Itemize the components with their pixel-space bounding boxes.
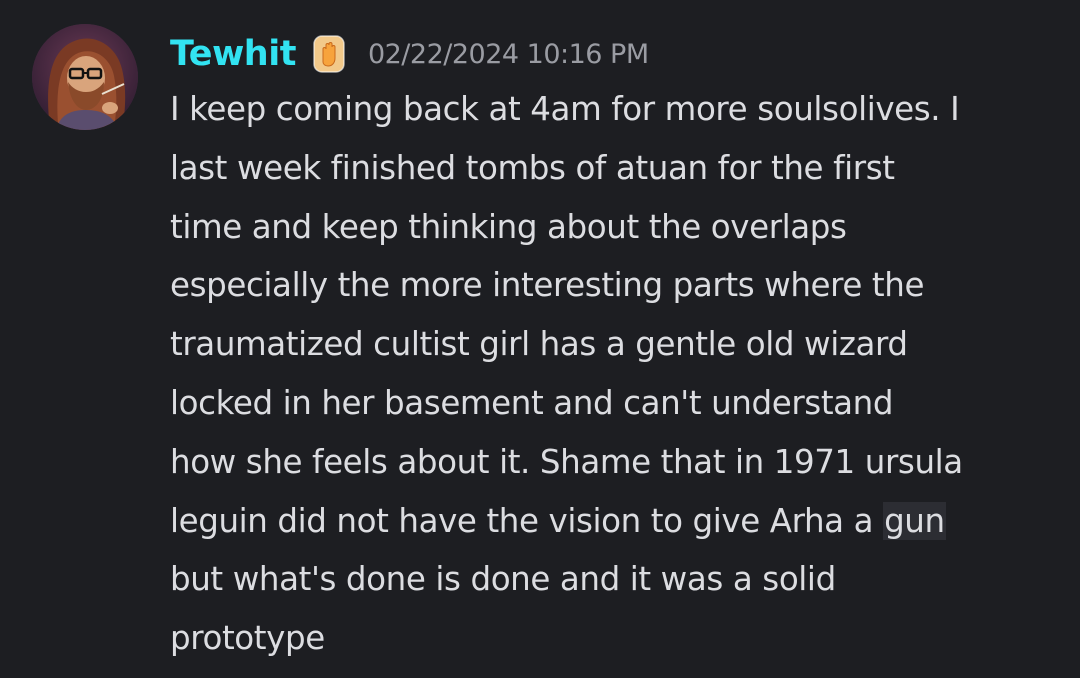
message-line: time and keep thinking about the overlap… (170, 207, 847, 246)
message-line: but what's done is done and it was a sol… (170, 560, 836, 599)
avatar-illustration (32, 24, 138, 130)
chat-message: Tewhit 02/22/2024 10:16 PM I keep coming… (0, 0, 1080, 678)
message-line: how she feels about it. Shame that in 19… (170, 442, 963, 481)
message-body: I keep coming back at 4am for more souls… (170, 80, 1050, 668)
message-line: last week finished tombs of atuan for th… (170, 148, 895, 187)
message-line: I keep coming back at 4am for more souls… (170, 90, 960, 128)
message-line-text: leguin did not have the vision to give A… (170, 501, 884, 540)
avatar[interactable] (32, 24, 138, 130)
message-line: traumatized cultist girl has a gentle ol… (170, 325, 908, 364)
message-line-with-highlight: leguin did not have the vision to give A… (170, 492, 1050, 551)
message-line: locked in her basement and can't underst… (170, 383, 894, 422)
raised-hand-icon[interactable] (312, 34, 346, 74)
username[interactable]: Tewhit (170, 34, 296, 74)
highlighted-word[interactable]: gun (883, 501, 946, 540)
message-header: Tewhit 02/22/2024 10:16 PM (170, 26, 649, 82)
message-line: especially the more interesting parts wh… (170, 266, 925, 305)
message-line: prototype (170, 619, 325, 658)
timestamp: 02/22/2024 10:16 PM (367, 38, 649, 70)
